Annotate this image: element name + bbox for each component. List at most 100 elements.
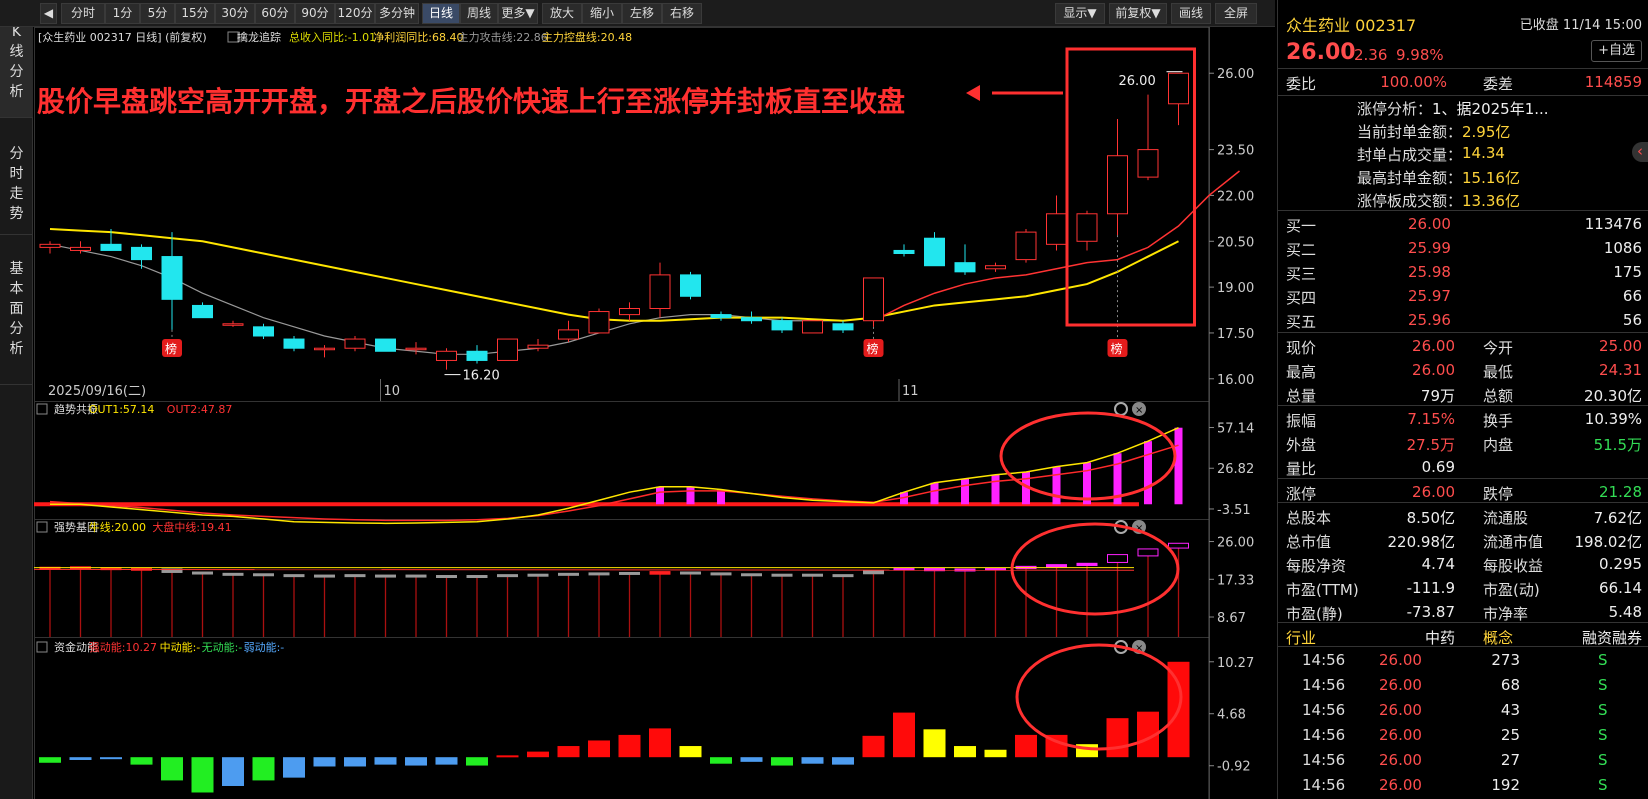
period-13[interactable]: 缩小	[582, 3, 622, 24]
ind2-box	[710, 572, 732, 576]
candle-19	[619, 308, 640, 316]
bid-volume-0: 113476	[1584, 215, 1642, 233]
candle-23	[741, 317, 762, 322]
bid-label-4: 买五	[1286, 313, 1317, 331]
fund-value-3-0: -111.9	[1406, 579, 1455, 597]
bid-price-4: 25.96	[1408, 311, 1451, 329]
date-label-2: 11	[902, 384, 919, 399]
fund-label-0-1: 流通股	[1483, 509, 1529, 527]
rank-badge-label: 榜	[165, 341, 177, 356]
period-7[interactable]: 120分	[335, 3, 375, 24]
period-14[interactable]: 左移	[622, 3, 662, 24]
industry-label: 行业	[1286, 629, 1317, 647]
period-8[interactable]: 多分钟	[375, 3, 419, 24]
period-4[interactable]: 30分	[215, 3, 255, 24]
left-tab-2[interactable]: 分时走势	[0, 130, 33, 235]
period-5[interactable]: 60分	[255, 3, 295, 24]
candle-33	[1046, 213, 1067, 245]
candle-13	[436, 350, 457, 361]
toolbar-right-2[interactable]: 画线	[1171, 3, 1211, 24]
divider	[1278, 210, 1648, 211]
tick-time-5: 14:56	[1302, 776, 1346, 794]
ind2-box	[344, 574, 366, 578]
ind3-bar	[374, 757, 397, 765]
ind3-bar	[771, 757, 793, 766]
ind2-box	[680, 571, 701, 575]
candle-11	[375, 338, 396, 352]
period-12[interactable]: 放大	[542, 3, 582, 24]
period-10[interactable]: 周线	[460, 3, 498, 24]
divider	[1278, 332, 1648, 333]
ind2-box	[1168, 542, 1189, 549]
ind2-box	[558, 572, 579, 576]
period-2[interactable]: 5分	[140, 3, 175, 24]
candle-28	[893, 249, 915, 254]
ind2-box	[283, 574, 305, 578]
weicha-label: 委差	[1483, 75, 1514, 93]
ind2-help-icon[interactable]	[36, 521, 48, 533]
chart-area[interactable]: [众生药业 002317 日线] (前复权) 擒龙追踪 总收入同比:-1.01净利润…	[34, 27, 1276, 799]
industry-value: 中药	[1424, 629, 1455, 647]
ind3-bar	[69, 757, 92, 760]
tick-side-4: S	[1598, 751, 1608, 769]
bid-price-2: 25.98	[1408, 263, 1451, 281]
price-tick-label: 23.50	[1217, 144, 1254, 159]
period-11[interactable]: 更多▼	[498, 3, 538, 24]
quote2-label-2-0: 量比	[1286, 460, 1317, 478]
period-1[interactable]: 1分	[105, 3, 140, 24]
period-9[interactable]: 日线	[422, 3, 460, 24]
ind3-help-icon[interactable]	[36, 641, 48, 653]
quote-panel: 众生药业 002317 已收盘 11/14 15:00 26.00 2.36 9.98%…	[1277, 0, 1648, 799]
limit-label-1: 当前封单金额：	[1357, 123, 1463, 141]
period-3[interactable]: 15分	[175, 3, 215, 24]
ind1-settings-icon[interactable]	[1114, 402, 1128, 416]
fund-value-4-0: -73.87	[1406, 603, 1455, 621]
bid-volume-1: 1086	[1603, 239, 1642, 257]
divider	[1278, 95, 1648, 96]
back-button[interactable]: ◀	[40, 3, 57, 24]
ind2-box	[1137, 548, 1159, 557]
ind3-bar	[39, 757, 61, 763]
ind1-bar	[656, 486, 664, 505]
ind3-bar	[191, 757, 214, 793]
ind2-tick-label: 17.33	[1217, 573, 1254, 588]
ind2-box	[771, 573, 793, 577]
period-0[interactable]: 分时	[61, 3, 105, 24]
ind1-bar	[961, 478, 969, 505]
quote2-value-1-0: 27.5万	[1406, 436, 1455, 454]
add-favorite-button[interactable]: +自选	[1591, 40, 1642, 62]
toolbar-right-1[interactable]: 前复权▼	[1109, 3, 1167, 24]
limit-value-2: 14.34	[1462, 144, 1505, 162]
quote2-value-2-0: 0.69	[1421, 458, 1455, 476]
tick-time-4: 14:56	[1302, 751, 1346, 769]
indicator-value-2: 主力攻击线:22.86	[458, 30, 548, 44]
ind1-bar	[991, 474, 1000, 505]
fund-value-1-0: 220.98亿	[1387, 533, 1456, 551]
price-tick-label: 20.50	[1217, 235, 1254, 250]
toolbar-right-3[interactable]: 全屏	[1215, 3, 1257, 24]
ind1-help-icon[interactable]	[36, 403, 48, 415]
ind2-tick-label: 26.00	[1217, 536, 1254, 551]
candle-14	[466, 350, 488, 361]
period-6[interactable]: 90分	[295, 3, 335, 24]
ind3-bar	[435, 757, 458, 765]
toolbar-right-0[interactable]: 显示▼	[1055, 3, 1105, 24]
left-nav: K线分析分时走势基本面分析	[0, 0, 33, 799]
ind2-tick-label: 8.67	[1217, 611, 1246, 626]
left-tab-3[interactable]: 基本面分析	[0, 245, 33, 385]
quote-label-1-0: 最高	[1286, 363, 1317, 381]
period-15[interactable]: 右移	[662, 3, 702, 24]
ind2-box	[832, 574, 854, 578]
quote3-value-0-1: 21.28	[1599, 483, 1642, 501]
tick-volume-5: 192	[1491, 776, 1520, 794]
stock-name: 众生药业 002317	[1286, 16, 1417, 35]
quote2-value-0-1: 10.39%	[1584, 410, 1642, 428]
ind2-box	[192, 571, 213, 575]
quote-value-0-0: 26.00	[1412, 337, 1455, 355]
candle-25	[802, 320, 823, 334]
limit-label-3: 最高封单金额：	[1357, 169, 1463, 187]
price-tick-label: 19.00	[1217, 281, 1254, 296]
collapse-arrow-icon[interactable]: ‹	[1632, 142, 1648, 162]
ind2-box	[588, 572, 610, 576]
ind3-bar	[527, 751, 549, 758]
